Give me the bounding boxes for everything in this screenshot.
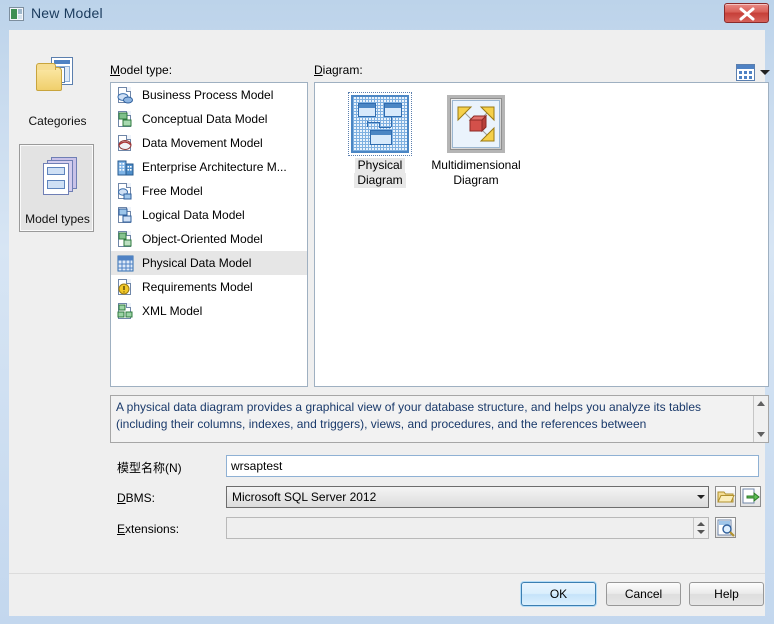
list-item[interactable]: Data Movement Model [111, 131, 307, 155]
list-item-label: Requirements Model [142, 280, 253, 294]
multidimensional-diagram-icon [447, 95, 505, 153]
sidebar-item-label: Categories [28, 114, 87, 128]
cancel-button[interactable]: Cancel [606, 582, 681, 606]
ok-button[interactable]: OK [521, 582, 596, 606]
list-item-label: XML Model [142, 304, 203, 318]
free-model-icon [117, 183, 134, 200]
extensions-input[interactable] [226, 517, 709, 539]
list-item[interactable]: Object-Oriented Model [111, 227, 307, 251]
table-grid-glyph [117, 255, 134, 272]
data-movement-icon [117, 135, 134, 152]
list-item-label: Object-Oriented Model [142, 232, 263, 246]
folder-open-icon [717, 491, 735, 503]
extensions-label-rest: xtensions: [125, 522, 180, 536]
diagram-item-label-line1: Physical [354, 158, 406, 173]
close-icon [739, 7, 755, 21]
scroll-up-icon[interactable] [757, 401, 765, 406]
dbms-browse-button[interactable] [715, 486, 736, 507]
business-process-icon [117, 87, 134, 104]
extensions-preview-button[interactable] [715, 517, 736, 538]
scroll-down-icon[interactable] [757, 432, 765, 437]
list-item[interactable]: Free Model [111, 179, 307, 203]
dbms-select[interactable]: Microsoft SQL Server 2012 [226, 486, 709, 508]
chevron-down-icon[interactable] [760, 70, 770, 75]
dbms-value: Microsoft SQL Server 2012 [232, 490, 377, 504]
extensions-label: Extensions: [117, 522, 179, 536]
dialog-client-area: Categories Model types Model type: Diagr… [9, 30, 770, 616]
diagram-item-label-line2: Diagram [354, 173, 406, 188]
dbms-label-rest: BMS: [125, 491, 156, 505]
xml-model-icon [117, 303, 134, 320]
chevron-down-icon[interactable] [697, 495, 705, 499]
diagram-list[interactable]: Physical Diagram Multidimensional Diagra… [314, 82, 769, 387]
list-item[interactable]: XML Model [111, 299, 307, 323]
list-item-label: Physical Data Model [142, 256, 252, 270]
page-arrow-icon [742, 488, 760, 504]
physical-diagram-icon [348, 92, 412, 156]
physical-data-icon [117, 255, 134, 272]
help-button[interactable]: Help [689, 582, 764, 606]
list-item[interactable]: Enterprise Architecture M... [111, 155, 307, 179]
diagram-item-label-line2: Diagram [453, 173, 499, 187]
extensions-spinner[interactable] [693, 518, 708, 538]
spinner-up-icon[interactable] [697, 522, 705, 526]
list-item[interactable]: Logical Data Model [111, 203, 307, 227]
description-box: A physical data diagram provides a graph… [110, 395, 769, 443]
object-oriented-icon [117, 231, 134, 248]
list-item-label: Data Movement Model [142, 136, 263, 150]
sidebar-item-model-types[interactable]: Model types [19, 144, 94, 232]
requirements-icon [117, 279, 134, 296]
list-item-label: Free Model [142, 184, 203, 198]
list-item[interactable]: Business Process Model [111, 83, 307, 107]
description-scrollbar[interactable] [753, 396, 768, 442]
magnifier-page-icon [717, 519, 735, 537]
sidebar-item-categories[interactable]: Categories [19, 46, 94, 134]
list-item-label: Enterprise Architecture M... [142, 160, 287, 174]
title-bar: New Model [0, 0, 774, 30]
sidebar: Categories Model types [9, 30, 102, 574]
sidebar-item-label: Model types [25, 212, 90, 226]
button-bar: OK Cancel Help [9, 574, 765, 616]
list-item[interactable]: Conceptual Data Model [111, 107, 307, 131]
categories-folder-icon [35, 55, 79, 99]
diagram-item-multidimensional[interactable]: Multidimensional Diagram [421, 95, 531, 188]
window-title: New Model [31, 5, 103, 21]
list-item-physical-data-model[interactable]: Physical Data Model [111, 251, 307, 275]
list-item-label: Business Process Model [142, 88, 274, 102]
list-item-label: Logical Data Model [142, 208, 245, 222]
diagram-item-physical[interactable]: Physical Diagram [325, 92, 435, 188]
diagram-item-label-line1: Multidimensional [431, 158, 521, 172]
model-types-stack-icon [35, 153, 79, 197]
diagram-label: Diagram: [314, 63, 363, 77]
dbms-share-button[interactable] [740, 486, 761, 507]
new-model-dialog: New Model Categories Model types Model t… [0, 0, 774, 624]
model-name-value: wrsaptest [231, 459, 283, 473]
model-name-label: 模型名称(N) [117, 461, 182, 475]
model-form: 模型名称(N) wrsaptest DBMS: Microsoft SQL Se… [110, 453, 769, 546]
diagram-accel: D [314, 63, 323, 77]
logical-data-icon [117, 207, 134, 224]
diagram-label-rest: iagram: [322, 63, 363, 77]
list-view-icon [736, 64, 755, 81]
model-type-label-rest: odel type: [120, 63, 173, 77]
model-type-list[interactable]: Business Process Model Conceptual Data M… [110, 82, 308, 387]
spinner-down-icon[interactable] [697, 530, 705, 534]
close-button[interactable] [724, 3, 769, 23]
list-item[interactable]: Requirements Model [111, 275, 307, 299]
enterprise-architecture-icon [117, 159, 134, 176]
view-switch-control[interactable] [736, 64, 770, 82]
conceptual-data-icon [117, 111, 134, 128]
model-name-input[interactable]: wrsaptest [226, 455, 759, 477]
list-item-label: Conceptual Data Model [142, 112, 268, 126]
app-window-icon [9, 7, 24, 21]
model-type-accel: M [110, 63, 120, 77]
extensions-accel: E [117, 522, 126, 536]
description-text: A physical data diagram provides a graph… [116, 400, 701, 431]
dbms-accel: D [117, 491, 126, 505]
dbms-label: DBMS: [117, 491, 155, 505]
building-glyph [117, 160, 134, 176]
model-type-label: Model type: [110, 63, 172, 77]
